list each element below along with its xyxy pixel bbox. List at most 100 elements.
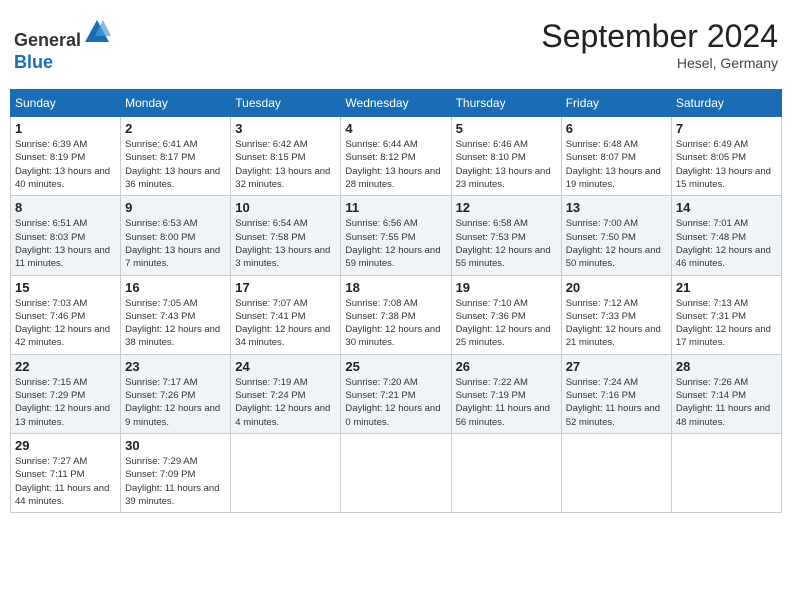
weekday-header-saturday: Saturday <box>671 90 781 117</box>
day-info: Sunrise: 7:01 AM Sunset: 7:48 PM Dayligh… <box>676 217 777 270</box>
daylight-text: Daylight: 12 hours and 21 minutes. <box>566 324 661 348</box>
sunrise-text: Sunrise: 7:15 AM <box>15 377 87 388</box>
calendar-day-2: 2 Sunrise: 6:41 AM Sunset: 8:17 PM Dayli… <box>121 117 231 196</box>
daylight-text: Daylight: 12 hours and 4 minutes. <box>235 403 330 427</box>
sunset-text: Sunset: 7:33 PM <box>566 311 636 322</box>
empty-cell <box>671 433 781 512</box>
day-number: 15 <box>15 280 116 295</box>
calendar-day-6: 6 Sunrise: 6:48 AM Sunset: 8:07 PM Dayli… <box>561 117 671 196</box>
sunrise-text: Sunrise: 7:08 AM <box>345 298 417 309</box>
empty-cell <box>451 433 561 512</box>
daylight-text: Daylight: 13 hours and 15 minutes. <box>676 166 771 190</box>
calendar-day-30: 30 Sunrise: 7:29 AM Sunset: 7:09 PM Dayl… <box>121 433 231 512</box>
sunset-text: Sunset: 8:17 PM <box>125 152 195 163</box>
calendar-day-1: 1 Sunrise: 6:39 AM Sunset: 8:19 PM Dayli… <box>11 117 121 196</box>
sunset-text: Sunset: 8:07 PM <box>566 152 636 163</box>
calendar-day-3: 3 Sunrise: 6:42 AM Sunset: 8:15 PM Dayli… <box>231 117 341 196</box>
sunrise-text: Sunrise: 6:42 AM <box>235 139 307 150</box>
day-info: Sunrise: 6:46 AM Sunset: 8:10 PM Dayligh… <box>456 138 557 191</box>
day-info: Sunrise: 6:44 AM Sunset: 8:12 PM Dayligh… <box>345 138 446 191</box>
sunrise-text: Sunrise: 7:20 AM <box>345 377 417 388</box>
day-number: 9 <box>125 200 226 215</box>
calendar-day-27: 27 Sunrise: 7:24 AM Sunset: 7:16 PM Dayl… <box>561 354 671 433</box>
calendar-day-12: 12 Sunrise: 6:58 AM Sunset: 7:53 PM Dayl… <box>451 196 561 275</box>
weekday-header-tuesday: Tuesday <box>231 90 341 117</box>
day-info: Sunrise: 6:58 AM Sunset: 7:53 PM Dayligh… <box>456 217 557 270</box>
day-info: Sunrise: 7:12 AM Sunset: 7:33 PM Dayligh… <box>566 297 667 350</box>
sunrise-text: Sunrise: 7:05 AM <box>125 298 197 309</box>
day-number: 23 <box>125 359 226 374</box>
daylight-text: Daylight: 13 hours and 32 minutes. <box>235 166 330 190</box>
sunset-text: Sunset: 8:05 PM <box>676 152 746 163</box>
sunrise-text: Sunrise: 7:12 AM <box>566 298 638 309</box>
sunrise-text: Sunrise: 7:27 AM <box>15 456 87 467</box>
sunset-text: Sunset: 8:15 PM <box>235 152 305 163</box>
sunset-text: Sunset: 8:19 PM <box>15 152 85 163</box>
day-info: Sunrise: 7:00 AM Sunset: 7:50 PM Dayligh… <box>566 217 667 270</box>
sunset-text: Sunset: 8:12 PM <box>345 152 415 163</box>
day-number: 1 <box>15 121 116 136</box>
day-number: 11 <box>345 200 446 215</box>
daylight-text: Daylight: 12 hours and 38 minutes. <box>125 324 220 348</box>
sunrise-text: Sunrise: 7:03 AM <box>15 298 87 309</box>
sunrise-text: Sunrise: 6:49 AM <box>676 139 748 150</box>
day-number: 30 <box>125 438 226 453</box>
weekday-header-thursday: Thursday <box>451 90 561 117</box>
day-info: Sunrise: 7:07 AM Sunset: 7:41 PM Dayligh… <box>235 297 336 350</box>
day-number: 10 <box>235 200 336 215</box>
daylight-text: Daylight: 12 hours and 13 minutes. <box>15 403 110 427</box>
sunrise-text: Sunrise: 6:46 AM <box>456 139 528 150</box>
day-info: Sunrise: 6:41 AM Sunset: 8:17 PM Dayligh… <box>125 138 226 191</box>
daylight-text: Daylight: 12 hours and 50 minutes. <box>566 245 661 269</box>
sunset-text: Sunset: 7:41 PM <box>235 311 305 322</box>
daylight-text: Daylight: 13 hours and 23 minutes. <box>456 166 551 190</box>
calendar-day-25: 25 Sunrise: 7:20 AM Sunset: 7:21 PM Dayl… <box>341 354 451 433</box>
location: Hesel, Germany <box>541 55 778 71</box>
calendar-table: SundayMondayTuesdayWednesdayThursdayFrid… <box>10 89 782 513</box>
daylight-text: Daylight: 11 hours and 56 minutes. <box>456 403 550 427</box>
sunrise-text: Sunrise: 7:01 AM <box>676 218 748 229</box>
daylight-text: Daylight: 13 hours and 28 minutes. <box>345 166 440 190</box>
day-number: 26 <box>456 359 557 374</box>
sunset-text: Sunset: 7:21 PM <box>345 390 415 401</box>
day-info: Sunrise: 7:17 AM Sunset: 7:26 PM Dayligh… <box>125 376 226 429</box>
day-number: 20 <box>566 280 667 295</box>
calendar-day-9: 9 Sunrise: 6:53 AM Sunset: 8:00 PM Dayli… <box>121 196 231 275</box>
sunset-text: Sunset: 7:31 PM <box>676 311 746 322</box>
month-title: September 2024 <box>541 18 778 55</box>
daylight-text: Daylight: 12 hours and 9 minutes. <box>125 403 220 427</box>
calendar-day-16: 16 Sunrise: 7:05 AM Sunset: 7:43 PM Dayl… <box>121 275 231 354</box>
sunrise-text: Sunrise: 7:10 AM <box>456 298 528 309</box>
logo: General Blue <box>14 18 111 73</box>
daylight-text: Daylight: 12 hours and 34 minutes. <box>235 324 330 348</box>
sunset-text: Sunset: 8:03 PM <box>15 232 85 243</box>
calendar-day-5: 5 Sunrise: 6:46 AM Sunset: 8:10 PM Dayli… <box>451 117 561 196</box>
daylight-text: Daylight: 13 hours and 7 minutes. <box>125 245 220 269</box>
day-info: Sunrise: 7:08 AM Sunset: 7:38 PM Dayligh… <box>345 297 446 350</box>
sunset-text: Sunset: 7:11 PM <box>15 469 85 480</box>
sunrise-text: Sunrise: 7:29 AM <box>125 456 197 467</box>
sunrise-text: Sunrise: 6:54 AM <box>235 218 307 229</box>
calendar-day-23: 23 Sunrise: 7:17 AM Sunset: 7:26 PM Dayl… <box>121 354 231 433</box>
calendar-header-row: SundayMondayTuesdayWednesdayThursdayFrid… <box>11 90 782 117</box>
day-info: Sunrise: 6:42 AM Sunset: 8:15 PM Dayligh… <box>235 138 336 191</box>
sunset-text: Sunset: 7:48 PM <box>676 232 746 243</box>
sunrise-text: Sunrise: 6:51 AM <box>15 218 87 229</box>
daylight-text: Daylight: 13 hours and 11 minutes. <box>15 245 110 269</box>
day-number: 22 <box>15 359 116 374</box>
sunrise-text: Sunrise: 6:48 AM <box>566 139 638 150</box>
day-number: 27 <box>566 359 667 374</box>
day-info: Sunrise: 7:26 AM Sunset: 7:14 PM Dayligh… <box>676 376 777 429</box>
day-number: 8 <box>15 200 116 215</box>
calendar-day-15: 15 Sunrise: 7:03 AM Sunset: 7:46 PM Dayl… <box>11 275 121 354</box>
day-number: 29 <box>15 438 116 453</box>
day-info: Sunrise: 7:20 AM Sunset: 7:21 PM Dayligh… <box>345 376 446 429</box>
calendar-day-10: 10 Sunrise: 6:54 AM Sunset: 7:58 PM Dayl… <box>231 196 341 275</box>
calendar-day-22: 22 Sunrise: 7:15 AM Sunset: 7:29 PM Dayl… <box>11 354 121 433</box>
calendar-day-26: 26 Sunrise: 7:22 AM Sunset: 7:19 PM Dayl… <box>451 354 561 433</box>
calendar-day-14: 14 Sunrise: 7:01 AM Sunset: 7:48 PM Dayl… <box>671 196 781 275</box>
day-info: Sunrise: 7:15 AM Sunset: 7:29 PM Dayligh… <box>15 376 116 429</box>
day-info: Sunrise: 6:48 AM Sunset: 8:07 PM Dayligh… <box>566 138 667 191</box>
sunset-text: Sunset: 7:53 PM <box>456 232 526 243</box>
sunrise-text: Sunrise: 6:56 AM <box>345 218 417 229</box>
